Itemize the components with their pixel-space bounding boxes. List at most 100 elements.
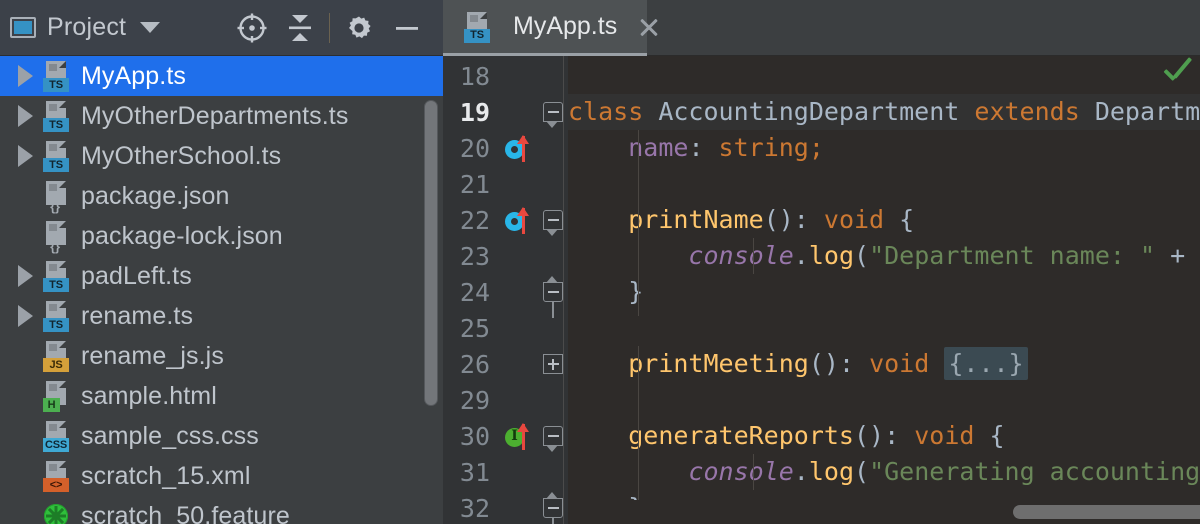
fold-collapse-icon[interactable] [543, 426, 564, 447]
tree-item-label: sample.html [81, 381, 217, 410]
scrollbar-thumb[interactable] [1013, 505, 1200, 519]
tree-item-myotherdepartments-ts[interactable]: TS MyOtherDepartments.ts [0, 96, 443, 136]
fold-collapse-icon[interactable] [543, 210, 564, 231]
gutter-line-32[interactable]: 32 [443, 490, 568, 524]
expand-arrow-icon[interactable] [8, 145, 42, 167]
tab-myapp-ts[interactable]: TS MyApp.ts [443, 0, 647, 56]
project-file-tree[interactable]: TS MyApp.ts TS MyOtherDepartments.ts TS MyOth… [0, 56, 443, 524]
xml-file-icon: <> [42, 460, 72, 492]
gutter-line-23[interactable]: 23 [443, 238, 568, 274]
inspection-ok-icon[interactable] [1160, 62, 1198, 92]
file-type-badge: {} [50, 238, 60, 254]
gutter-line-29[interactable]: 29 [443, 382, 568, 418]
code-line-31[interactable]: console.log("Generating accounting rep [568, 454, 1200, 490]
token-meth: log [808, 241, 854, 270]
file-type-badge: H [43, 398, 60, 412]
overriding-member-icon[interactable] [505, 207, 529, 234]
tree-item-scratch-50-feature[interactable]: scratch_50.feature [0, 496, 443, 524]
token-str: "Generating accounting rep [869, 457, 1200, 486]
token-punct: { [974, 421, 1005, 450]
file-type-badge: TS [43, 278, 69, 292]
tree-item-rename-js-js[interactable]: JS rename_js.js [0, 336, 443, 376]
tree-item-myotherschool-ts[interactable]: TS MyOtherSchool.ts [0, 136, 443, 176]
fold-end-icon[interactable] [543, 498, 564, 524]
code-editor[interactable]: 18 19 20 21 22 23 24 25 26 29 30 31 32 class Account… [443, 56, 1200, 524]
code-text[interactable]: class AccountingDepartment extends Depar… [568, 56, 1200, 524]
indent-guide [638, 346, 639, 524]
tree-item-myapp-ts[interactable]: TS MyApp.ts [0, 56, 443, 96]
indent-guide [753, 454, 754, 490]
gutter-line-31[interactable]: 31 [443, 454, 568, 490]
tree-item-label: package-lock.json [81, 221, 283, 250]
gutter-line-22[interactable]: 22 [443, 202, 568, 238]
gutter-line-20[interactable]: 20 [443, 130, 568, 166]
tree-item-label: scratch_50.feature [81, 501, 290, 524]
tree-item-package-json[interactable]: {} package.json [0, 176, 443, 216]
overriding-member-icon[interactable] [505, 135, 529, 162]
code-line-20[interactable]: name: string; [568, 130, 1200, 166]
expand-arrow-icon[interactable] [8, 65, 42, 87]
token-punct [568, 457, 688, 486]
code-line-25[interactable] [568, 310, 1200, 346]
minimize-icon[interactable] [383, 4, 431, 52]
token-punct: (): [808, 349, 870, 378]
close-icon[interactable] [636, 14, 647, 40]
expand-arrow-icon[interactable] [8, 305, 42, 327]
gutter-divider [563, 56, 564, 524]
code-line-22[interactable]: printName(): void { [568, 202, 1200, 238]
code-line-26[interactable]: printMeeting(): void {...} [568, 346, 1200, 382]
code-line-24[interactable]: } [568, 274, 1200, 310]
code-line-29[interactable] [568, 382, 1200, 418]
tree-item-label: scratch_15.xml [81, 461, 251, 490]
code-line-21[interactable] [568, 166, 1200, 202]
locate-icon[interactable] [228, 4, 276, 52]
file-type-badge: TS [43, 78, 69, 92]
code-line-23[interactable]: console.log("Department name: " + this [568, 238, 1200, 274]
implementing-member-icon[interactable] [505, 423, 529, 450]
editor-horizontal-scrollbar[interactable] [568, 500, 1200, 524]
collapse-all-icon[interactable] [276, 4, 324, 52]
line-number: 32 [459, 493, 490, 523]
expand-arrow-icon[interactable] [8, 105, 42, 127]
gutter-line-26[interactable]: 26 [443, 346, 568, 382]
fold-collapse-icon[interactable] [543, 102, 564, 123]
token-kw: class [568, 97, 659, 126]
project-panel: Project TS MyApp.ts TS MyOtherDepartment… [0, 0, 443, 524]
tree-item-rename-ts[interactable]: TS rename.ts [0, 296, 443, 336]
gutter-line-30[interactable]: 30 [443, 418, 568, 454]
code-line-19[interactable]: class AccountingDepartment extends Depar… [568, 94, 1200, 130]
expand-arrow-icon[interactable] [8, 265, 42, 287]
tree-item-scratch-15-xml[interactable]: <> scratch_15.xml [0, 456, 443, 496]
project-panel-scrollbar[interactable] [424, 100, 438, 406]
chevron-down-icon[interactable] [140, 22, 161, 33]
fold-end-icon[interactable] [543, 282, 564, 318]
gutter-line-18[interactable]: 18 [443, 58, 568, 94]
tree-item-label: rename.ts [81, 301, 194, 330]
cucumber-file-icon [42, 500, 72, 524]
token-punct: (): [854, 421, 915, 450]
tree-item-sample-html[interactable]: Hsample.html [0, 376, 443, 416]
tree-item-sample-css-css[interactable]: CSS sample_css.css [0, 416, 443, 456]
tree-item-package-lock-json[interactable]: {} package-lock.json [0, 216, 443, 256]
tree-item-padleft-ts[interactable]: TS padLeft.ts [0, 256, 443, 296]
fold-expand-icon[interactable] [543, 354, 564, 375]
gutter-line-19[interactable]: 19 [443, 94, 568, 130]
gear-icon[interactable] [335, 4, 383, 52]
token-punct [568, 133, 628, 162]
editor-gutter[interactable]: 18 19 20 21 22 23 24 25 26 29 30 31 32 [443, 56, 568, 524]
file-type-badge: TS [43, 158, 69, 172]
indent-guide [753, 238, 754, 274]
indent-guide [638, 130, 639, 316]
line-number: 20 [459, 133, 490, 163]
gutter-line-25[interactable]: 25 [443, 310, 568, 346]
code-line-18[interactable] [568, 58, 1200, 94]
gutter-line-21[interactable]: 21 [443, 166, 568, 202]
token-punct [568, 421, 628, 450]
code-line-30[interactable]: generateReports(): void { [568, 418, 1200, 454]
json-file-icon: {} [42, 180, 72, 213]
token-str: "Department name: " [869, 241, 1156, 270]
file-type-badge: JS [43, 358, 69, 372]
project-title-button[interactable]: Project [10, 13, 161, 42]
gutter-line-24[interactable]: 24 [443, 274, 568, 318]
line-number: 18 [459, 61, 490, 91]
